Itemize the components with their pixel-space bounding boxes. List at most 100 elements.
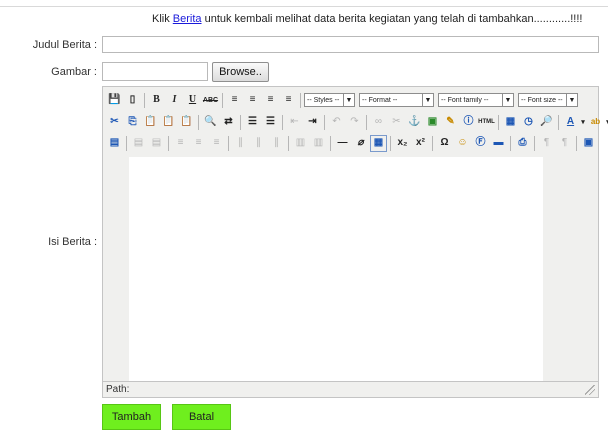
row-props-icon[interactable]: ▤: [130, 135, 147, 152]
undo-icon[interactable]: ↶: [328, 114, 345, 131]
replace-icon[interactable]: ⇄: [220, 114, 237, 131]
media-icon[interactable]: Ⓕ: [472, 135, 489, 152]
underline-icon[interactable]: U: [184, 92, 201, 109]
judul-berita-input[interactable]: [102, 36, 599, 53]
unlink-icon[interactable]: ✂: [388, 114, 405, 131]
paste-word-icon[interactable]: 📋: [178, 114, 195, 131]
styles-select-value: -- Styles --: [307, 96, 340, 104]
paste-icon[interactable]: 📋: [142, 114, 159, 131]
special-char-icon[interactable]: Ω: [436, 135, 453, 152]
toolbar-separator: [240, 114, 241, 130]
anchor-icon[interactable]: ⚓: [406, 114, 423, 131]
iespell-icon[interactable]: ▬: [490, 135, 507, 152]
numbered-list-icon[interactable]: ☰: [262, 114, 279, 131]
toolbar-separator: [498, 114, 499, 130]
editor-statusbar: Path:: [103, 381, 598, 397]
font-family-select[interactable]: -- Font family -- ▼: [438, 93, 514, 107]
row-after-icon[interactable]: ≡: [190, 135, 207, 152]
remove-format-icon[interactable]: ⌀: [352, 135, 369, 152]
rich-text-editor: 💾 ▯ B I U ABC ≡ ≡ ≡ ≡ -- Styles -- ▼ -- F…: [102, 86, 608, 398]
paste-text-icon[interactable]: 📋: [160, 114, 177, 131]
redo-icon[interactable]: ↷: [346, 114, 363, 131]
toolbar-separator: [576, 135, 577, 151]
delete-row-icon[interactable]: ≡: [208, 135, 225, 152]
italic-icon[interactable]: I: [166, 92, 183, 109]
toolbar-separator: [534, 135, 535, 151]
table-props-icon[interactable]: ▤: [106, 135, 123, 152]
gambar-file-field[interactable]: [102, 62, 208, 81]
bullet-list-icon[interactable]: ☰: [244, 114, 261, 131]
tambah-button[interactable]: Tambah: [102, 404, 161, 430]
top-divider: [0, 6, 608, 7]
batal-button[interactable]: Batal: [172, 404, 231, 430]
cut-icon[interactable]: ✂: [106, 114, 123, 131]
toolbar-separator: [126, 135, 127, 151]
font-size-select-value: -- Font size --: [521, 96, 563, 104]
toolbar-row-2: ✂ ⎘ 📋 📋 📋 🔍 ⇄ ☰ ☰ ⇤ ⇥ ↶ ↷ ∞ ✂ ⚓ ▣ ✎ ⓘ HT…: [106, 112, 608, 132]
cell-props-icon[interactable]: ▤: [148, 135, 165, 152]
toolbar-separator: [300, 92, 301, 108]
delete-col-icon[interactable]: ∥: [268, 135, 285, 152]
cleanup-icon[interactable]: ✎: [442, 114, 459, 131]
toolbar-row-3: ▤ ▤ ▤ ≡ ≡ ≡ ∥ ∥ ∥ ▥ ▥ — ⌀ ▦ x₂ x² Ω ☺ Ⓕ …: [106, 133, 598, 153]
browse-button[interactable]: Browse..: [212, 62, 269, 82]
text-color-icon[interactable]: A: [562, 114, 579, 131]
row-before-icon[interactable]: ≡: [172, 135, 189, 152]
notice-text: Klik Berita untuk kembali melihat data b…: [152, 13, 582, 25]
toolbar-separator: [222, 92, 223, 108]
align-left-icon[interactable]: ≡: [226, 92, 243, 109]
toolbar-separator: [330, 135, 331, 151]
print-icon[interactable]: ⎙: [514, 135, 531, 152]
background-color-icon[interactable]: ab: [587, 114, 604, 131]
toolbar-separator: [432, 135, 433, 151]
insert-time-icon[interactable]: ◷: [520, 114, 537, 131]
editor-content-area[interactable]: [129, 157, 543, 381]
link-icon[interactable]: ∞: [370, 114, 387, 131]
insert-date-icon[interactable]: ▦: [502, 114, 519, 131]
save-icon[interactable]: 💾: [106, 92, 123, 109]
new-document-icon[interactable]: ▯: [124, 92, 141, 109]
notice-suffix: untuk kembali melihat data berita kegiat…: [201, 13, 583, 25]
toolbar-separator: [282, 114, 283, 130]
horizontal-rule-icon[interactable]: —: [334, 135, 351, 152]
html-source-icon[interactable]: HTML: [478, 114, 495, 131]
berita-link[interactable]: Berita: [173, 13, 202, 25]
align-justify-icon[interactable]: ≡: [280, 92, 297, 109]
ltr-icon[interactable]: ¶: [538, 135, 555, 152]
align-center-icon[interactable]: ≡: [244, 92, 261, 109]
outdent-icon[interactable]: ⇤: [286, 114, 303, 131]
find-icon[interactable]: 🔍: [202, 114, 219, 131]
visual-aid-icon[interactable]: ▦: [370, 134, 387, 152]
font-family-select-value: -- Font family --: [441, 96, 489, 104]
image-icon[interactable]: ▣: [424, 114, 441, 131]
preview-icon[interactable]: 🔎: [538, 114, 555, 131]
rtl-icon[interactable]: ¶: [556, 135, 573, 152]
chevron-down-icon[interactable]: ▾: [580, 114, 586, 131]
col-after-icon[interactable]: ∥: [250, 135, 267, 152]
format-select[interactable]: -- Format -- ▼: [359, 93, 434, 107]
toolbar-separator: [510, 135, 511, 151]
superscript-icon[interactable]: x²: [412, 135, 429, 152]
toolbar-separator: [144, 92, 145, 108]
chevron-down-icon: ▼: [343, 94, 354, 106]
col-before-icon[interactable]: ∥: [232, 135, 249, 152]
strikethrough-icon[interactable]: ABC: [202, 92, 219, 109]
bold-icon[interactable]: B: [148, 92, 165, 109]
fullscreen-icon[interactable]: ▣: [580, 135, 597, 152]
align-right-icon[interactable]: ≡: [262, 92, 279, 109]
styles-select[interactable]: -- Styles -- ▼: [304, 93, 355, 107]
indent-icon[interactable]: ⇥: [304, 114, 321, 131]
subscript-icon[interactable]: x₂: [394, 135, 411, 152]
editor-left-gutter: [103, 157, 129, 381]
resize-grip-icon[interactable]: [585, 385, 595, 395]
split-cells-icon[interactable]: ▥: [292, 135, 309, 152]
help-icon[interactable]: ⓘ: [460, 114, 477, 131]
toolbar-separator: [198, 114, 199, 130]
toolbar-separator: [558, 114, 559, 130]
font-size-select[interactable]: -- Font size -- ▼: [518, 93, 578, 107]
judul-berita-label: Judul Berita :: [32, 39, 97, 51]
emotions-icon[interactable]: ☺: [454, 135, 471, 152]
editor-right-gutter: [543, 157, 598, 381]
copy-icon[interactable]: ⎘: [124, 114, 141, 131]
merge-cells-icon[interactable]: ▥: [310, 135, 327, 152]
